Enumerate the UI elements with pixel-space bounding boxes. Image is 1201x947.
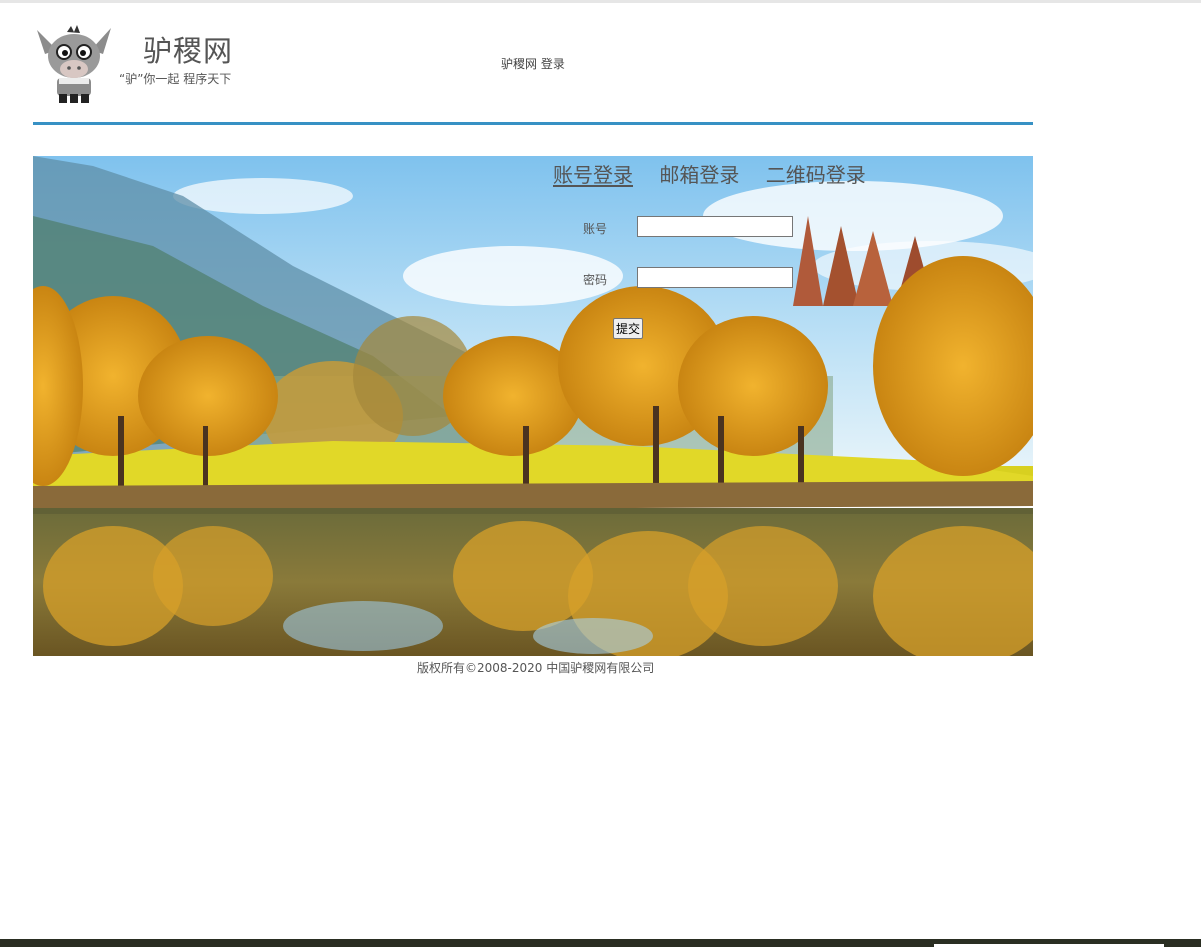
footer-copyright: 版权所有©2008-2020 中国驴稷网有限公司 bbox=[417, 661, 655, 675]
top-border bbox=[0, 0, 1201, 3]
site-name: 驴稷网 bbox=[143, 34, 234, 68]
header-divider bbox=[33, 122, 1033, 125]
nav-link-login[interactable]: 登录 bbox=[541, 55, 565, 72]
submit-button[interactable]: 提交 bbox=[613, 318, 644, 339]
tab-account-login[interactable]: 账号登录 bbox=[553, 159, 633, 188]
account-label: 账号 bbox=[583, 222, 608, 236]
site-slogan: “驴”你一起 程序天下 bbox=[119, 72, 232, 86]
tab-email-login[interactable]: 邮箱登录 bbox=[659, 159, 739, 188]
login-banner: 账号登录 邮箱登录 二维码登录 账号 密码 提交 bbox=[33, 156, 1033, 656]
header-nav: 驴稷网 登录 bbox=[501, 55, 565, 72]
account-input[interactable] bbox=[637, 216, 793, 237]
tab-qrcode-login[interactable]: 二维码登录 bbox=[766, 159, 866, 188]
nav-link-home[interactable]: 驴稷网 bbox=[501, 55, 537, 72]
donkey-logo-icon[interactable] bbox=[33, 22, 115, 104]
password-label: 密码 bbox=[583, 273, 608, 287]
autumn-landscape-image bbox=[33, 156, 1033, 656]
site-header: 驴稷网 “驴”你一起 程序天下 驴稷网 登录 bbox=[33, 18, 1033, 126]
login-tabs: 账号登录 邮箱登录 二维码登录 bbox=[553, 159, 886, 188]
password-input[interactable] bbox=[637, 267, 793, 288]
